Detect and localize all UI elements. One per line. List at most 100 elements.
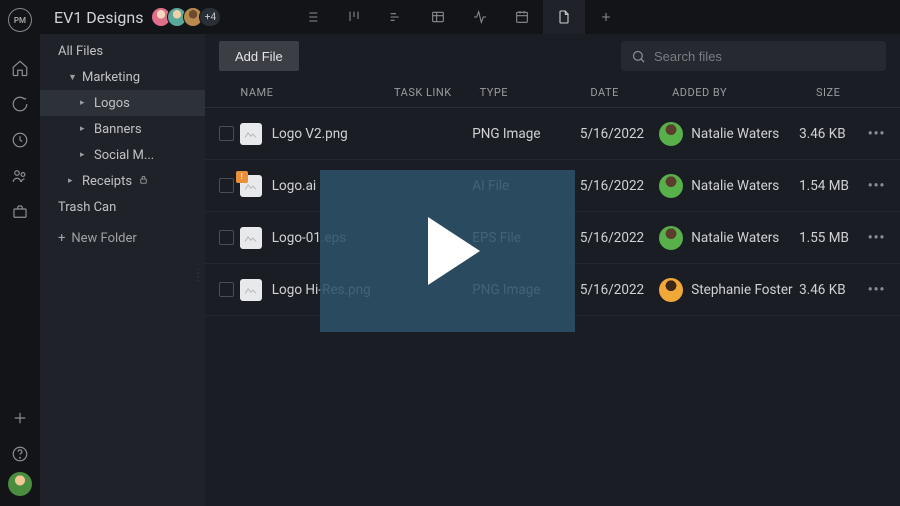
add-icon[interactable] <box>0 400 40 436</box>
home-icon[interactable] <box>0 50 40 86</box>
folder-label: Social M... <box>94 148 154 163</box>
folder-tree-item[interactable]: Trash Can <box>40 194 205 220</box>
user-avatar[interactable] <box>659 278 683 302</box>
file-size-cell: 1.55 MB <box>799 230 867 246</box>
folder-label: Logos <box>94 96 130 111</box>
calendar-view-tab[interactable] <box>501 0 543 34</box>
row-more-icon[interactable]: ••• <box>867 126 886 142</box>
row-checkbox[interactable] <box>219 126 234 141</box>
column-date[interactable]: DATE <box>590 86 672 99</box>
file-date-cell: 5/16/2022 <box>580 282 659 298</box>
file-name: Logo V2.png <box>272 126 348 142</box>
chevron-icon: ▸ <box>80 150 90 160</box>
column-name[interactable]: NAME <box>240 86 394 99</box>
project-members[interactable]: +4 <box>155 7 221 27</box>
user-name: Natalie Waters <box>691 230 779 246</box>
file-size-cell: 3.46 KB <box>799 126 867 142</box>
plus-icon: + <box>58 231 65 246</box>
folder-label: All Files <box>58 44 103 59</box>
folder-label: Trash Can <box>58 200 116 215</box>
row-more-icon[interactable]: ••• <box>867 230 886 246</box>
files-toolbar: Add File <box>205 34 900 78</box>
file-date-cell: 5/16/2022 <box>580 230 659 246</box>
file-name-cell[interactable]: Logo V2.png <box>240 123 389 145</box>
user-avatar[interactable] <box>659 226 683 250</box>
added-by-cell: Natalie Waters <box>659 226 799 250</box>
user-name: Natalie Waters <box>691 126 779 142</box>
file-date-cell: 5/16/2022 <box>580 126 659 142</box>
app-logo[interactable]: PM <box>8 8 32 32</box>
top-bar: EV1 Designs +4 <box>40 0 900 34</box>
file-thumbnail <box>240 123 262 145</box>
column-size[interactable]: SIZE <box>816 86 886 99</box>
board-view-tab[interactable] <box>333 0 375 34</box>
dashboard-view-tab[interactable] <box>459 0 501 34</box>
file-name: Logo.ai <box>272 178 316 194</box>
row-more-icon[interactable]: ••• <box>867 178 886 194</box>
file-size-cell: 1.54 MB <box>799 178 867 194</box>
file-thumbnail <box>240 227 262 249</box>
row-checkbox[interactable] <box>219 230 234 245</box>
added-by-cell: Stephanie Foster <box>659 278 799 302</box>
chevron-icon: ▸ <box>80 98 90 108</box>
activity-icon[interactable] <box>0 86 40 122</box>
chevron-icon: ▸ <box>68 176 78 186</box>
sidebar-resize-handle[interactable]: ⋮⋮ <box>193 272 203 280</box>
file-row[interactable]: Logo V2.png PNG Image5/16/2022 Natalie Wat… <box>205 108 900 160</box>
file-size-cell: 3.46 KB <box>799 282 867 298</box>
list-view-tab[interactable] <box>291 0 333 34</box>
member-more-count[interactable]: +4 <box>199 7 221 27</box>
lock-icon <box>138 174 149 189</box>
user-avatar[interactable] <box>659 174 683 198</box>
column-added-by[interactable]: ADDED BY <box>672 86 816 99</box>
add-file-button[interactable]: Add File <box>219 41 299 71</box>
folder-label: Receipts <box>82 174 132 189</box>
chevron-icon: ▼ <box>68 72 78 83</box>
folder-label: Banners <box>94 122 142 137</box>
video-play-overlay[interactable] <box>320 170 575 332</box>
project-title[interactable]: EV1 Designs <box>54 8 143 27</box>
folder-tree-item[interactable]: ▸ Social M... <box>40 142 205 168</box>
view-tabs <box>291 0 627 34</box>
user-avatar[interactable] <box>659 122 683 146</box>
help-icon[interactable] <box>0 436 40 472</box>
file-thumbnail: ! <box>240 175 262 197</box>
recent-icon[interactable] <box>0 122 40 158</box>
sheet-view-tab[interactable] <box>417 0 459 34</box>
row-more-icon[interactable]: ••• <box>867 282 886 298</box>
search-input[interactable] <box>654 49 876 64</box>
column-type[interactable]: TYPE <box>480 86 591 99</box>
folder-label: Marketing <box>82 70 140 85</box>
new-folder-label: New Folder <box>71 231 136 246</box>
file-date-cell: 5/16/2022 <box>580 178 659 194</box>
row-checkbox[interactable] <box>219 282 234 297</box>
folder-tree-item[interactable]: ▸ Receipts <box>40 168 205 194</box>
added-by-cell: Natalie Waters <box>659 174 799 198</box>
left-nav-bar: PM <box>0 0 40 506</box>
search-icon <box>631 49 646 64</box>
user-name: Stephanie Foster <box>691 282 792 298</box>
add-view-tab[interactable] <box>585 0 627 34</box>
files-table-header: NAME TASK LINK TYPE DATE ADDED BY SIZE <box>205 78 900 108</box>
team-icon[interactable] <box>0 158 40 194</box>
user-name: Natalie Waters <box>691 178 779 194</box>
file-thumbnail <box>240 279 262 301</box>
folder-tree-item[interactable]: All Files <box>40 38 205 64</box>
new-folder-button[interactable]: + New Folder <box>40 224 205 252</box>
added-by-cell: Natalie Waters <box>659 122 799 146</box>
folder-tree-item[interactable]: ▸ Logos <box>40 90 205 116</box>
folder-sidebar: All Files ▼ Marketing ▸ Logos ▸ Banners ▸ Social… <box>40 34 205 506</box>
column-task-link[interactable]: TASK LINK <box>394 86 480 99</box>
file-badge-icon: ! <box>236 171 248 183</box>
file-type-cell: PNG Image <box>472 126 580 142</box>
row-checkbox[interactable] <box>219 178 234 193</box>
portfolio-icon[interactable] <box>0 194 40 230</box>
files-view-tab[interactable] <box>543 0 585 34</box>
search-box[interactable] <box>621 41 886 71</box>
folder-tree-item[interactable]: ▼ Marketing <box>40 64 205 90</box>
gantt-view-tab[interactable] <box>375 0 417 34</box>
current-user-avatar[interactable] <box>8 472 32 496</box>
folder-tree-item[interactable]: ▸ Banners <box>40 116 205 142</box>
chevron-icon: ▸ <box>80 124 90 134</box>
play-icon <box>428 217 480 285</box>
